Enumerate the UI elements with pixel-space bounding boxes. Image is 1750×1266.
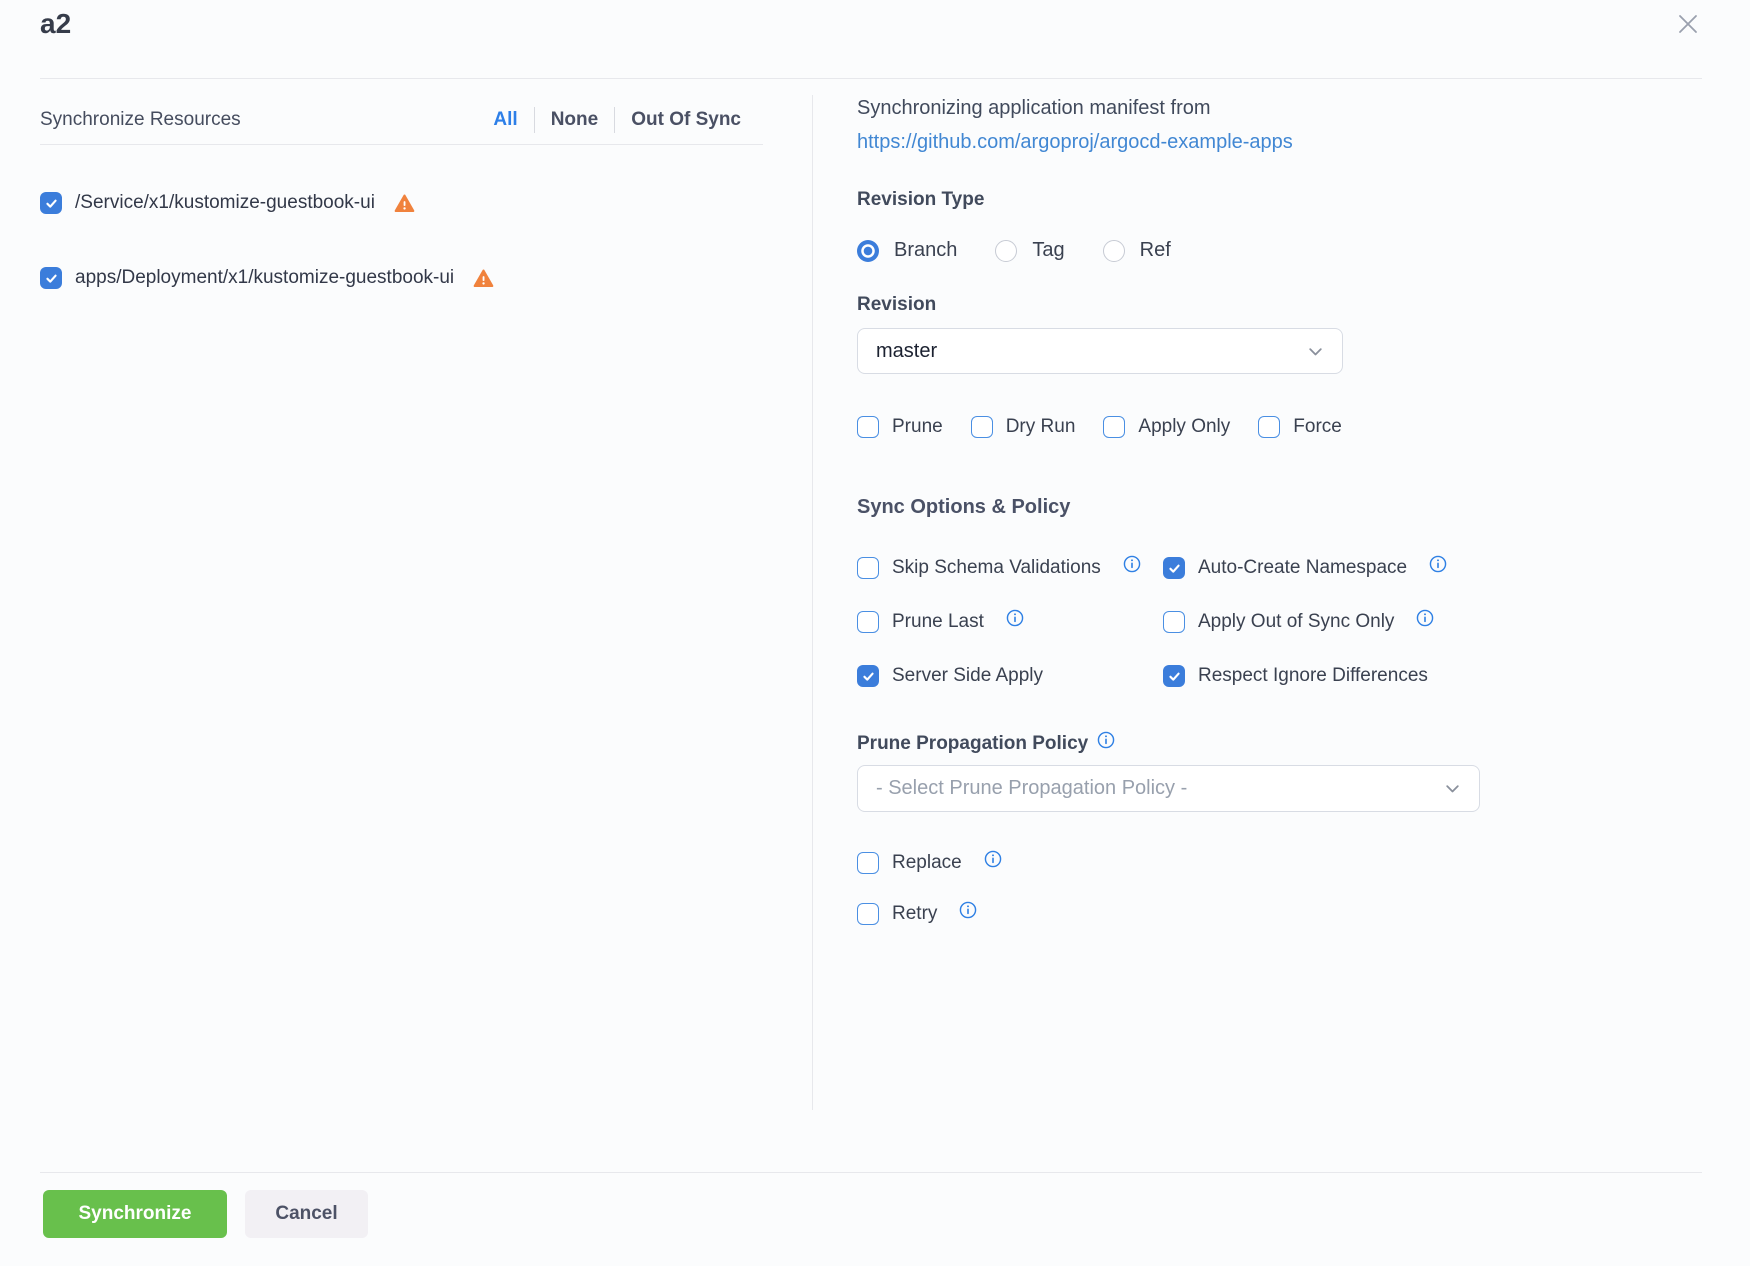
option-prune-last: Prune Last xyxy=(857,610,1163,634)
chevron-down-icon xyxy=(1444,780,1461,797)
prune-propagation-policy-select[interactable]: - Select Prune Propagation Policy - xyxy=(857,765,1480,812)
info-icon[interactable] xyxy=(1097,731,1115,749)
checkbox-label: Dry Run xyxy=(1006,416,1076,438)
resource-label: /Service/x1/kustomize-guestbook-ui xyxy=(75,192,375,214)
prune-propagation-policy-label: Prune Propagation Policy xyxy=(857,733,1480,755)
checkbox-label: Force xyxy=(1293,416,1342,438)
apply-only-checkbox[interactable] xyxy=(1103,416,1125,438)
resource-checkbox[interactable] xyxy=(40,267,62,289)
apply-out-of-sync-only-checkbox[interactable] xyxy=(1163,611,1185,633)
checkbox-label: Respect Ignore Differences xyxy=(1198,665,1428,687)
info-icon[interactable] xyxy=(1429,555,1447,573)
resources-panel: Synchronize Resources All None Out Of Sy… xyxy=(40,95,763,290)
server-side-apply-checkbox[interactable] xyxy=(857,665,879,687)
radio-label: Branch xyxy=(894,239,957,262)
option-server-side-apply: Server Side Apply xyxy=(857,664,1163,688)
flag-apply-only: Apply Only xyxy=(1103,416,1230,438)
option-respect-ignore-differences: Respect Ignore Differences xyxy=(1163,664,1480,688)
info-icon[interactable] xyxy=(1123,555,1141,573)
close-button[interactable] xyxy=(1668,6,1708,46)
resources-header: Synchronize Resources All None Out Of Sy… xyxy=(40,95,763,145)
sync-options-heading: Sync Options & Policy xyxy=(857,496,1480,519)
checkbox-label: Apply Only xyxy=(1138,416,1230,438)
tab-none[interactable]: None xyxy=(551,109,599,131)
checkbox-label: Skip Schema Validations xyxy=(892,557,1101,579)
flag-prune: Prune xyxy=(857,416,943,438)
cancel-button[interactable]: Cancel xyxy=(245,1190,368,1238)
option-auto-create-namespace: Auto-Create Namespace xyxy=(1163,556,1480,580)
resource-row: apps/Deployment/x1/kustomize-guestbook-u… xyxy=(40,266,763,290)
manifest-link[interactable]: https://github.com/argoproj/argocd-examp… xyxy=(857,129,1293,155)
prune-checkbox[interactable] xyxy=(857,416,879,438)
warning-icon xyxy=(473,268,494,289)
radio-label: Tag xyxy=(1032,239,1064,262)
panel-divider xyxy=(812,95,813,1110)
option-skip-schema-validations: Skip Schema Validations xyxy=(857,556,1163,580)
resource-label: apps/Deployment/x1/kustomize-guestbook-u… xyxy=(75,267,454,289)
footer-divider xyxy=(40,1172,1702,1173)
checkbox-label: Apply Out of Sync Only xyxy=(1198,611,1394,633)
sync-dialog: a2 Synchronize Resources All None Out Of… xyxy=(0,0,1750,1266)
force-checkbox[interactable] xyxy=(1258,416,1280,438)
info-icon[interactable] xyxy=(984,850,1002,868)
policy-select-placeholder: - Select Prune Propagation Policy - xyxy=(876,777,1187,800)
auto-create-namespace-checkbox[interactable] xyxy=(1163,557,1185,579)
warning-icon xyxy=(394,193,415,214)
dialog-title: a2 xyxy=(40,8,71,40)
revision-type-radios: Branch Tag Ref xyxy=(857,239,1480,262)
label-text: Prune Propagation Policy xyxy=(857,733,1088,755)
chevron-down-icon xyxy=(1307,343,1324,360)
info-icon[interactable] xyxy=(1006,609,1024,627)
close-icon xyxy=(1674,10,1702,43)
resource-filter-tabs: All None Out Of Sync xyxy=(493,107,741,133)
revision-label: Revision xyxy=(857,294,1480,316)
checkbox-label: Prune Last xyxy=(892,611,984,633)
checkbox-label: Retry xyxy=(892,903,937,925)
info-icon[interactable] xyxy=(1416,609,1434,627)
manifest-from-text: Synchronizing application manifest from xyxy=(857,95,1480,121)
tab-out-of-sync[interactable]: Out Of Sync xyxy=(631,109,741,131)
resource-checkbox[interactable] xyxy=(40,192,62,214)
checkbox-label: Replace xyxy=(892,852,962,874)
radio-label: Ref xyxy=(1140,239,1171,262)
sync-flags-row: Prune Dry Run Apply Only Force xyxy=(857,416,1480,438)
checkbox-label: Auto-Create Namespace xyxy=(1198,557,1407,579)
radio-option-branch: Branch xyxy=(857,239,957,262)
sync-options-grid: Skip Schema Validations Auto-Create Name… xyxy=(857,556,1480,688)
dry-run-checkbox[interactable] xyxy=(971,416,993,438)
revision-type-label: Revision Type xyxy=(857,189,1480,211)
synchronize-button[interactable]: Synchronize xyxy=(43,1190,227,1238)
radio-option-tag: Tag xyxy=(995,239,1064,262)
option-replace: Replace xyxy=(857,850,1480,875)
tab-all[interactable]: All xyxy=(493,109,517,131)
respect-ignore-differences-checkbox[interactable] xyxy=(1163,665,1185,687)
radio-option-ref: Ref xyxy=(1103,239,1171,262)
ref-radio[interactable] xyxy=(1103,240,1125,262)
info-icon[interactable] xyxy=(959,901,977,919)
header-divider xyxy=(40,78,1702,79)
tab-separator xyxy=(534,107,535,133)
retry-checkbox[interactable] xyxy=(857,903,879,925)
tag-radio[interactable] xyxy=(995,240,1017,262)
prune-last-checkbox[interactable] xyxy=(857,611,879,633)
flag-dry-run: Dry Run xyxy=(971,416,1076,438)
option-apply-out-of-sync-only: Apply Out of Sync Only xyxy=(1163,610,1480,634)
checkbox-label: Prune xyxy=(892,416,943,438)
replace-checkbox[interactable] xyxy=(857,852,879,874)
revision-select-value: master xyxy=(876,340,937,363)
skip-schema-validations-checkbox[interactable] xyxy=(857,557,879,579)
option-retry: Retry xyxy=(857,901,1480,926)
revision-select[interactable]: master xyxy=(857,328,1343,374)
branch-radio[interactable] xyxy=(857,240,879,262)
sync-settings-panel: Synchronizing application manifest from … xyxy=(857,95,1480,926)
resource-row: /Service/x1/kustomize-guestbook-ui xyxy=(40,191,763,215)
flag-force: Force xyxy=(1258,416,1342,438)
resources-header-label: Synchronize Resources xyxy=(40,109,241,131)
checkbox-label: Server Side Apply xyxy=(892,665,1043,687)
tab-separator xyxy=(614,107,615,133)
